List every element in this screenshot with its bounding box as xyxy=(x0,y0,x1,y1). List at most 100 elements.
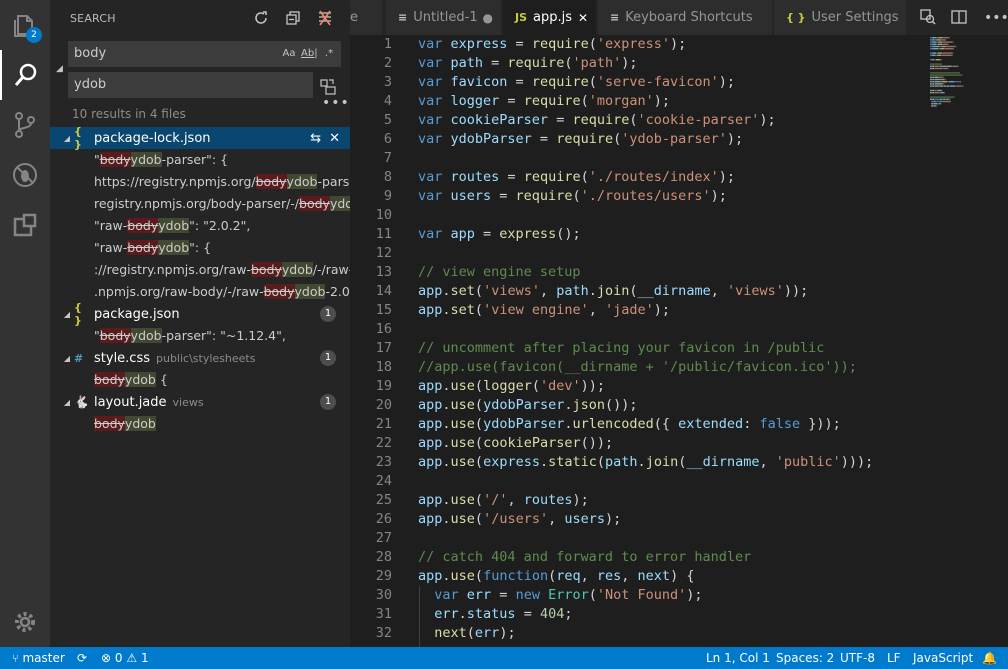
minimap-line xyxy=(932,41,937,43)
extensions-icon[interactable] xyxy=(0,200,50,250)
file-icon: ≡ xyxy=(610,11,620,24)
minimap-line xyxy=(930,43,933,45)
line-number: 13 xyxy=(375,264,392,280)
tab-app-js[interactable]: JS app.js ✕ xyxy=(503,0,596,35)
clear-results-icon[interactable] xyxy=(315,8,335,28)
tab-untitled-1[interactable]: ≡ Untitled-1 ● xyxy=(386,0,501,35)
more-actions-icon[interactable]: ••• xyxy=(984,7,1008,29)
minimap-line xyxy=(942,43,948,45)
minimap-line xyxy=(937,54,942,56)
result-file-package-lock[interactable]: ◢ { } package-lock.json ⇆ ✕ xyxy=(50,125,350,151)
more-options-icon[interactable]: ••• xyxy=(322,95,350,111)
minimap-line xyxy=(932,43,936,45)
file-name: style.css xyxy=(94,350,150,366)
match-line[interactable]: registry.npmjs.org/body-parser/-/bodyydo… xyxy=(94,193,350,215)
match-line[interactable]: https://registry.npmjs.org/bodyydob-pars… xyxy=(94,171,350,193)
match-line[interactable]: bodyydob xyxy=(94,413,350,435)
result-file-package[interactable]: ◢ { } package.json 1 xyxy=(50,301,350,327)
cursor-position[interactable]: Ln 1, Col 1 xyxy=(706,647,770,669)
minimap-line xyxy=(942,83,945,85)
tab-overflow[interactable]: e xyxy=(350,0,382,35)
notifications-bell-icon[interactable]: 🔔 xyxy=(982,647,997,669)
minimap-line xyxy=(934,81,941,83)
minimap-line xyxy=(939,98,941,100)
line-number: 22 xyxy=(375,435,392,451)
sync-icon[interactable]: ⟳ xyxy=(77,647,87,669)
chevron-down-icon: ◢ xyxy=(63,309,70,319)
minimap-line xyxy=(937,43,942,45)
minimap-line xyxy=(947,81,950,83)
regex-icon[interactable]: .* xyxy=(321,46,337,62)
dismiss-file-icon[interactable]: ✕ xyxy=(329,131,340,146)
match-line[interactable]: ://registry.npmjs.org/raw-bodyydob/-/raw… xyxy=(94,259,350,281)
split-editor-icon[interactable] xyxy=(950,8,968,26)
search-input[interactable]: body Aa Ab| .* xyxy=(68,41,341,67)
code-text: app.use('/users', users); xyxy=(418,511,622,527)
match-line[interactable]: "raw-bodyydob": "2.0.2", xyxy=(94,215,350,237)
match-line[interactable]: "raw-bodyydob": { xyxy=(94,237,350,259)
explorer-icon[interactable]: 2 xyxy=(0,0,50,50)
minimap-line xyxy=(949,85,956,87)
minimap-line xyxy=(943,65,946,67)
branch-indicator[interactable]: ⑂ master xyxy=(12,647,65,669)
minimap-line xyxy=(930,96,955,98)
open-changes-icon[interactable] xyxy=(919,8,937,26)
minimap-line xyxy=(934,76,939,78)
end-of-line[interactable]: LF xyxy=(887,647,901,669)
minimap-line xyxy=(930,67,932,70)
minimap-line xyxy=(937,89,942,92)
encoding[interactable]: UTF-8 xyxy=(840,647,875,669)
result-file-layout[interactable]: ◢ 🐇 layout.jade views 1 xyxy=(50,391,350,413)
minimap-line xyxy=(938,41,943,43)
tab-user-settings[interactable]: { } User Settings xyxy=(774,0,906,35)
minimap-line xyxy=(955,85,957,87)
tab-label: User Settings xyxy=(811,10,899,25)
dirty-indicator-icon[interactable]: ● xyxy=(483,11,493,25)
tab-label: Keyboard Shortcuts xyxy=(625,10,753,25)
settings-gear-icon[interactable] xyxy=(0,597,50,647)
toggle-replace-icon[interactable]: ◢ xyxy=(56,64,63,74)
indentation[interactable]: Spaces: 2 xyxy=(776,647,834,669)
minimap-line xyxy=(930,98,932,100)
replace-all-icon[interactable] xyxy=(318,77,338,97)
code-text: var path = require('path'); xyxy=(418,55,638,71)
collapse-all-icon[interactable] xyxy=(283,8,303,28)
minimap-line xyxy=(955,45,957,48)
code-text: var express = require('express'); xyxy=(418,36,687,52)
code-text: app.use(express.static(path.join(__dirna… xyxy=(418,454,874,470)
result-file-style[interactable]: ◢ # style.css public\stylesheets 1 xyxy=(50,347,350,369)
minimap-line xyxy=(934,81,935,83)
match-line[interactable]: .npmjs.org/raw-body/-/raw-bodyydob-2.0..… xyxy=(94,281,350,303)
file-path: views xyxy=(172,395,204,409)
match-line[interactable]: bodyydob { xyxy=(94,369,350,391)
minimap-line xyxy=(942,52,953,54)
replace-file-icon[interactable]: ⇆ xyxy=(310,131,321,146)
source-control-icon[interactable] xyxy=(0,100,50,150)
close-icon[interactable]: ✕ xyxy=(578,11,588,25)
minimap-line xyxy=(939,103,941,105)
minimap-line xyxy=(930,39,933,41)
match-count-badge: 1 xyxy=(320,394,336,410)
code-editor[interactable]: 1 var express = require('express'); 2 var p… xyxy=(350,35,1008,647)
minimap-line xyxy=(933,103,934,105)
minimap[interactable] xyxy=(928,35,998,165)
match-line[interactable]: "bodyydob-parser": "~1.12.4", xyxy=(94,325,350,347)
search-icon[interactable] xyxy=(0,50,50,100)
problems-indicator[interactable]: ⊗ 0 ⚠ 1 xyxy=(101,647,149,669)
match-line[interactable]: "bodyydob-parser": { xyxy=(94,149,350,171)
refresh-icon[interactable] xyxy=(251,8,271,28)
minimap-line xyxy=(935,54,938,56)
tab-keyboard-shortcuts[interactable]: ≡ Keyboard Shortcuts xyxy=(598,0,772,35)
minimap-line xyxy=(941,54,942,56)
jade-file-icon: 🐇 xyxy=(74,395,89,409)
match-case-icon[interactable]: Aa xyxy=(281,46,297,62)
code-text: var users = require('./routes/users'); xyxy=(418,188,727,204)
minimap-line xyxy=(932,54,936,56)
language-mode[interactable]: JavaScript xyxy=(913,647,973,669)
error-count: 0 xyxy=(114,651,123,665)
indent-guide xyxy=(419,586,420,647)
minimap-line xyxy=(934,85,939,87)
replace-input[interactable]: ydob xyxy=(68,72,313,98)
match-whole-word-icon[interactable]: Ab| xyxy=(301,46,318,62)
debug-icon[interactable] xyxy=(0,150,50,200)
